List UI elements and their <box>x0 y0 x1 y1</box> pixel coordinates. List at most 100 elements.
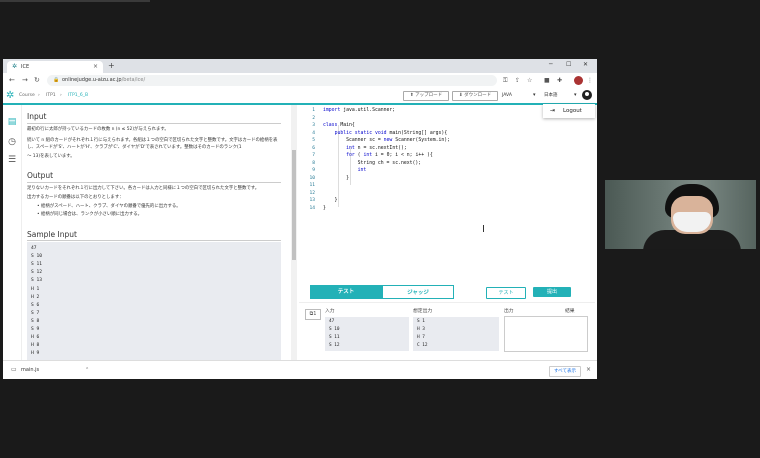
logout-menu-item[interactable]: ⇥ Logout <box>543 104 595 118</box>
line-number: 3 <box>312 123 315 128</box>
breadcrumb-separator-icon: › <box>60 93 62 98</box>
bullet-item: • 絵柄がスペード、ハート、クラブ、ダイヤの順番で優先的に出力する。 <box>37 204 181 209</box>
line-number: 5 <box>312 138 315 143</box>
side-rail: ▤ ◷ ☰ <box>3 105 22 360</box>
tab-test[interactable]: テスト <box>310 285 382 299</box>
code-line[interactable]: class Main{ <box>323 122 355 130</box>
profile-avatar[interactable] <box>574 76 583 85</box>
app-header: ✲ Course › ITP1 › ITP1_6_B ⬆ アップロード ⬇ ダウ… <box>3 89 597 105</box>
clipboard-icon[interactable]: ▤ <box>6 117 18 127</box>
test-panel: ⧉1 入力 想定出力 出力 結果 47 S 10 S 11 S 12 S 1 H 3 H … <box>299 302 595 361</box>
key-icon[interactable]: ⚿ <box>503 77 508 84</box>
extension-icon[interactable]: ■ <box>544 77 550 84</box>
code-line[interactable]: for ( int i = 0; i < n; i++ ){ <box>323 152 433 160</box>
code-line[interactable]: int n = sc.nextInt(); <box>323 145 407 153</box>
code-editor[interactable]: 1 import java.util.Scanner; 2 3 class Main{4… <box>299 105 595 283</box>
sample-input-line: S 8 <box>31 318 40 324</box>
line-number: 9 <box>312 168 315 173</box>
sample-input-line: S 7 <box>31 310 40 316</box>
tab-judge[interactable]: ジャッジ <box>382 285 454 299</box>
line-number: 14 <box>309 205 315 211</box>
breadcrumb-course[interactable]: Course <box>19 93 35 99</box>
code-line[interactable]: Scanner sc = new Scanner(System.in); <box>323 137 450 145</box>
chevron-down-icon[interactable]: ▾ <box>574 92 577 99</box>
divider <box>27 182 281 183</box>
browser-tab-ice[interactable]: ✲ ICE × <box>7 61 103 73</box>
test-data-line: C 12 <box>417 343 428 348</box>
url-path: /beta/ice/ <box>121 77 146 83</box>
user-icon[interactable] <box>582 90 592 100</box>
sample-input-box: 47 S 10 S 11 S 12 S 13 H 1 H 2 S 6 S 7 S 8 S 9 H 6 H… <box>27 242 281 360</box>
forward-icon[interactable]: → <box>22 76 28 85</box>
output-text: 出力するカードの順番は以下のとおりとします： <box>27 195 124 200</box>
star-icon[interactable]: ☆ <box>527 77 532 84</box>
code-line[interactable]: import java.util.Scanner; <box>323 107 395 115</box>
upload-label: アップロード <box>415 93 443 98</box>
sample-input-line: S 6 <box>31 302 40 308</box>
history-icon[interactable]: ◷ <box>6 137 18 147</box>
copy-count: 1 <box>313 311 317 317</box>
breadcrumb-problem[interactable]: ITP1_6_B <box>68 93 88 99</box>
expected-output-box: S 1 H 3 H 7 C 12 <box>413 317 499 351</box>
line-number: 6 <box>312 145 315 151</box>
list-icon[interactable]: ☰ <box>6 155 18 165</box>
webcam-video <box>605 180 756 249</box>
url-field[interactable]: 🔒 onlinejudge.u-aizu.ac.jp/beta/ice/ <box>47 75 497 86</box>
address-bar-row: ← → ↻ 🔒 onlinejudge.u-aizu.ac.jp/beta/ic… <box>3 73 597 90</box>
back-icon[interactable]: ← <box>9 76 15 85</box>
scrollbar-thumb[interactable] <box>292 150 296 260</box>
lock-icon: 🔒 <box>53 77 60 83</box>
divider <box>27 240 281 241</box>
line-number: 4 <box>312 130 315 136</box>
code-line[interactable]: String ch = sc.next(); <box>323 160 422 168</box>
upload-button[interactable]: ⬆ アップロード <box>403 91 449 101</box>
test-input-box[interactable]: 47 S 10 S 11 S 12 <box>325 317 409 351</box>
test-data-line: S 1 <box>417 319 425 324</box>
copy-button[interactable]: ⧉1 <box>305 309 321 320</box>
reload-icon[interactable]: ↻ <box>34 76 40 85</box>
line-number: 1 <box>312 108 315 113</box>
input-heading: Input <box>27 112 47 121</box>
code-line[interactable]: int <box>323 167 369 175</box>
minimize-icon[interactable]: ─ <box>549 60 553 69</box>
code-line[interactable]: } <box>323 197 338 205</box>
test-data-line: S 11 <box>329 335 340 340</box>
test-button[interactable]: テスト <box>486 287 526 299</box>
submit-button[interactable]: 提出 <box>533 287 571 297</box>
puzzle-icon[interactable]: ✚ <box>557 77 562 84</box>
result-label: 結果 <box>565 309 575 314</box>
sample-input-line: S 12 <box>31 270 43 276</box>
sample-input-line: S 9 <box>31 327 40 332</box>
new-tab-button[interactable]: + <box>108 61 115 70</box>
sample-input-line: S 11 <box>31 262 43 268</box>
sample-input-line: H 8 <box>31 343 40 349</box>
file-icon: ▭ <box>11 366 17 373</box>
close-download-bar-icon[interactable]: × <box>586 366 591 374</box>
share-icon[interactable]: ⇪ <box>515 77 520 84</box>
problem-scrollbar[interactable] <box>291 105 297 360</box>
window-close-icon[interactable]: ✕ <box>583 60 588 69</box>
code-line[interactable]: public static void main(String[] args){ <box>323 130 448 138</box>
tab-title: ICE <box>21 64 30 70</box>
input-text: 最初の行に太郎が持っているカードの枚数 n (n ≤ 52)が与えられます。 <box>27 127 169 132</box>
show-all-downloads-button[interactable]: すべて表示 <box>549 366 581 377</box>
download-label: ダウンロード <box>464 93 492 98</box>
menu-dots-icon[interactable]: ⋮ <box>587 77 593 84</box>
breadcrumb-itp1[interactable]: ITP1 <box>46 93 56 99</box>
sample-input-line: S 10 <box>31 254 43 260</box>
ice-favicon-icon: ✲ <box>12 63 18 70</box>
chevron-down-icon[interactable]: ▾ <box>533 92 536 99</box>
line-number: 10 <box>309 175 315 181</box>
test-data-line: S 10 <box>329 327 340 332</box>
ui-language-select[interactable]: 日本語 <box>544 93 558 99</box>
code-line[interactable]: } <box>323 175 349 183</box>
download-button[interactable]: ⬇ ダウンロード <box>452 91 498 101</box>
ice-logo-icon[interactable]: ✲ <box>6 90 14 101</box>
maximize-icon[interactable]: ☐ <box>566 60 571 69</box>
line-number: 11 <box>309 183 315 188</box>
language-select[interactable]: JAVA <box>502 93 512 99</box>
download-file-name[interactable]: main.js <box>21 367 39 374</box>
code-line[interactable]: } <box>323 205 326 213</box>
chevron-up-icon[interactable]: ⌃ <box>85 366 89 374</box>
tab-close-icon[interactable]: × <box>93 63 98 70</box>
